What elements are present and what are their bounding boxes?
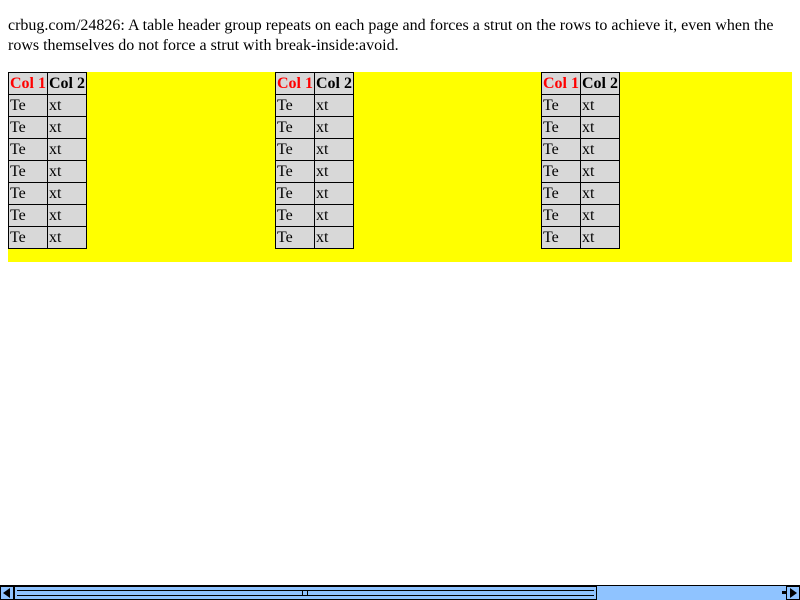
table-cell: xt [47,94,87,117]
table-cell: Te [275,226,315,249]
table-cell: xt [580,226,620,249]
table-row: Te xt [275,138,354,161]
table-cell: xt [47,226,87,249]
table-cell: Te [275,160,315,183]
header-col-2: Col 2 [314,72,354,95]
thumb-line-bottom [17,595,594,596]
table-row: Te xt [275,116,354,139]
table-cell: Te [275,94,315,117]
table-cell: xt [314,94,354,117]
table-cell: Te [8,116,48,139]
table-row: Te xt [541,182,620,205]
table-cell: xt [47,138,87,161]
table-row: Te xt [8,160,87,183]
table-cell: Te [541,182,581,205]
table-cell: Te [8,94,48,117]
table-cell: xt [314,226,354,249]
table-cell: xt [580,160,620,183]
table-cell: Te [8,182,48,205]
thumb-grip [302,590,303,596]
header-row: Col 1 Col 2 [275,72,354,95]
table-cell: xt [580,182,620,205]
table-row: Te xt [541,116,620,139]
table-row: Te xt [541,94,620,117]
scroll-left-button[interactable] [0,586,14,600]
table-cell: Te [275,204,315,227]
header-col-2: Col 2 [580,72,620,95]
table-row: Te xt [541,138,620,161]
table-fragment-3: Col 1 Col 2 Te xt Te xt Te xt Te xt Te xt Te xt Te xt [541,72,620,249]
table-row: Te xt [8,226,87,249]
thumb-grip [307,590,308,596]
table-cell: Te [8,160,48,183]
table-row: Te xt [541,160,620,183]
scrollbar-thumb[interactable] [14,586,597,600]
table-row: Te xt [275,160,354,183]
table-cell: xt [314,182,354,205]
header-col-1: Col 1 [275,72,315,95]
table-row: Te xt [8,94,87,117]
table-row: Te xt [275,182,354,205]
table-cell: Te [541,116,581,139]
triangle-right-icon [790,588,797,598]
horizontal-scrollbar[interactable] [0,585,800,600]
multicol-container [8,72,792,262]
table-cell: Te [275,116,315,139]
table-fragment-2: Col 1 Col 2 Te xt Te xt Te xt Te xt Te xt Te xt Te xt [275,72,354,249]
table-row: Te xt [541,226,620,249]
table-row: Te xt [275,94,354,117]
table-row: Te xt [8,204,87,227]
table-cell: xt [47,116,87,139]
table-row: Te xt [8,182,87,205]
header-col-2: Col 2 [47,72,87,95]
header-row: Col 1 Col 2 [541,72,620,95]
table-cell: Te [541,138,581,161]
table-cell: Te [275,138,315,161]
header-col-1: Col 1 [541,72,581,95]
table-cell: xt [314,116,354,139]
table-cell: Te [541,94,581,117]
triangle-left-icon [3,588,10,598]
table-row: Te xt [275,204,354,227]
header-row: Col 1 Col 2 [8,72,87,95]
description-text: crbug.com/24826: A table header group re… [8,17,774,54]
table-cell: Te [275,182,315,205]
table-cell: Te [541,226,581,249]
table-fragment-1: Col 1 Col 2 Te xt Te xt Te xt Te xt Te xt Te xt Te xt [8,72,87,249]
table-cell: xt [47,160,87,183]
table-cell: xt [580,138,620,161]
scroll-right-button[interactable] [786,586,800,600]
table-row: Te xt [275,226,354,249]
table-cell: xt [314,160,354,183]
table-cell: Te [8,226,48,249]
table-cell: xt [314,204,354,227]
table-cell: Te [8,204,48,227]
thumb-line-top [17,590,594,591]
table-cell: xt [580,94,620,117]
table-cell: xt [47,204,87,227]
table-cell: Te [541,204,581,227]
table-cell: Te [8,138,48,161]
table-row: Te xt [8,116,87,139]
table-cell: xt [314,138,354,161]
table-row: Te xt [541,204,620,227]
table-cell: xt [47,182,87,205]
table-cell: xt [580,204,620,227]
header-col-1: Col 1 [8,72,48,95]
table-cell: xt [580,116,620,139]
table-row: Te xt [8,138,87,161]
table-cell: Te [541,160,581,183]
